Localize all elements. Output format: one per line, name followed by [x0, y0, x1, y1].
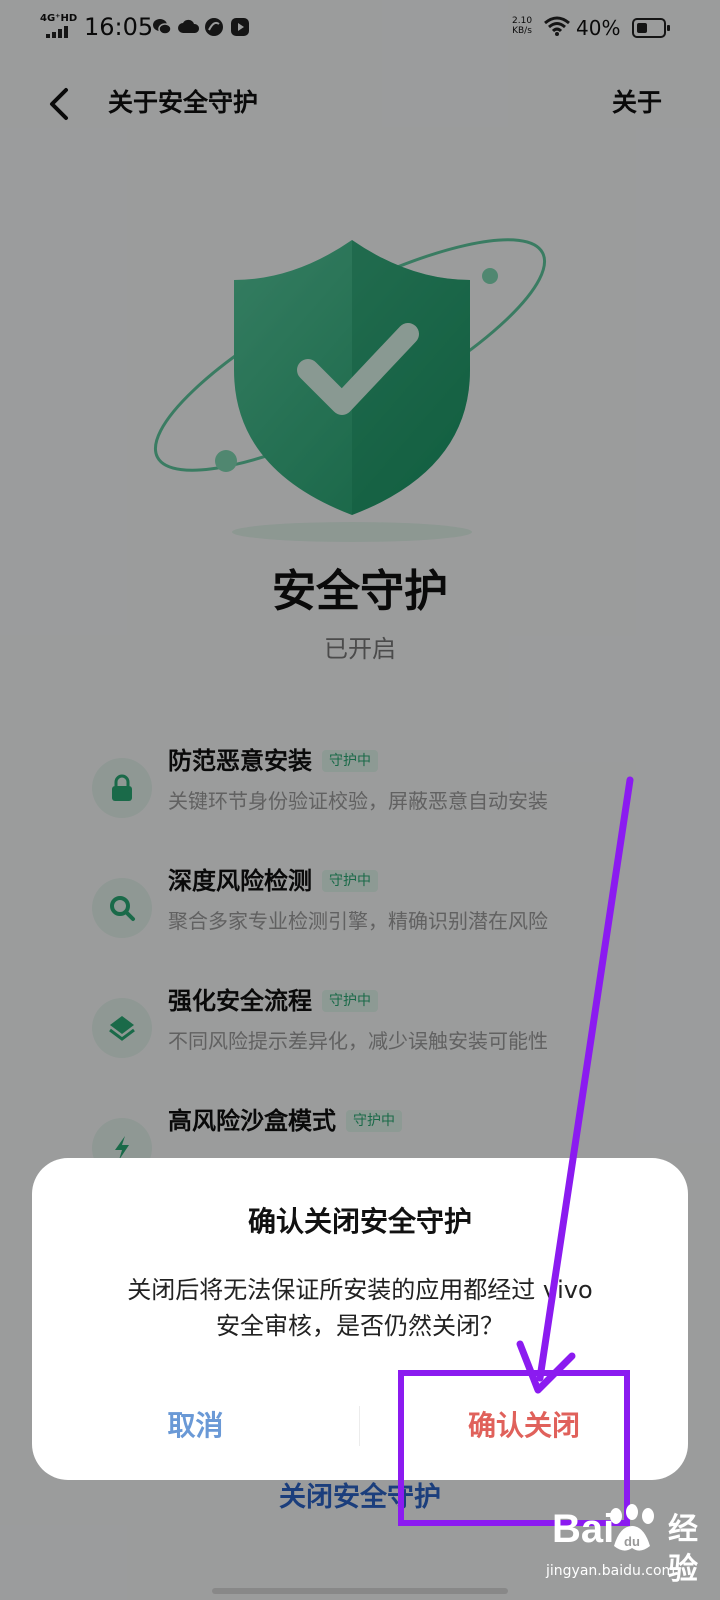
- app-page: 4G⁺HD 16:05 2.10 KB/s 40% 关于安全守护 关于 安全守护…: [0, 0, 720, 1600]
- watermark-url: jingyan.baidu.com: [546, 1563, 676, 1579]
- svg-text:du: du: [624, 1534, 640, 1549]
- baidu-watermark: Bai du 经验 jingyan.baidu.com: [544, 1500, 714, 1600]
- pointer-arrow-icon: [516, 776, 634, 1394]
- paw-icon: du: [610, 1504, 654, 1551]
